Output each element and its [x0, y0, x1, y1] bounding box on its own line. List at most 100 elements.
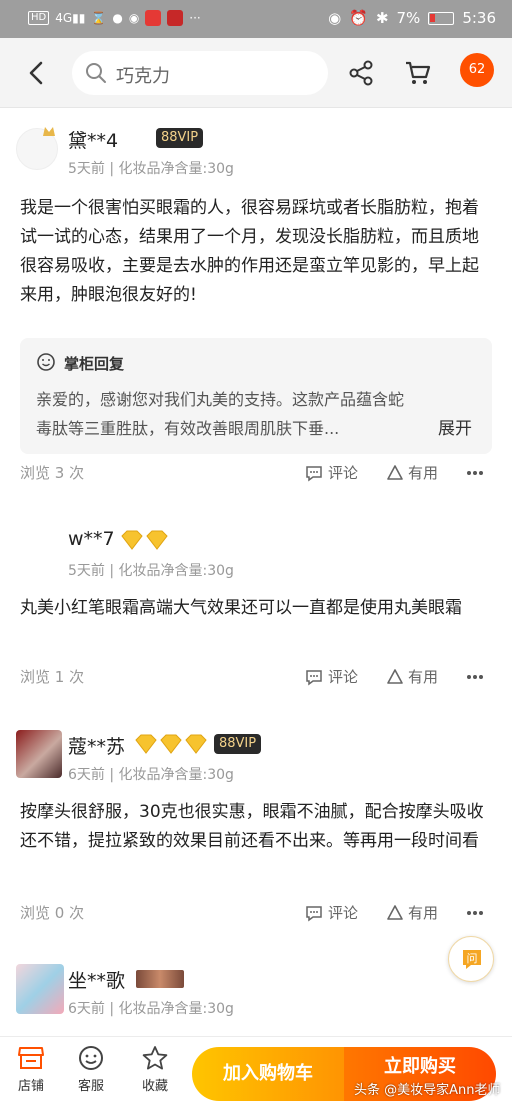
cart-icon [406, 61, 431, 84]
view-count: 浏览 3 次 [20, 464, 85, 482]
customer-service-icon [79, 1046, 103, 1070]
useful-label: 有用 [408, 904, 439, 922]
service-label: 客服 [77, 1079, 104, 1094]
service-tab[interactable]: 客服 [66, 1045, 116, 1094]
comment-label: 评论 [328, 668, 359, 686]
comment-icon [306, 669, 322, 685]
diamond-icon [146, 530, 168, 550]
alarm-icon: ⏰ [349, 9, 368, 27]
hd-icon: HD [28, 11, 50, 25]
smile-icon [37, 353, 55, 371]
avatar[interactable] [16, 964, 64, 1014]
useful-button[interactable]: 有用 [386, 666, 438, 687]
review-item: 黛**4 88VIP 5天前 | 化妆品净含量:30g 我是一个很害怕买眼霜的人… [0, 118, 512, 498]
comment-button[interactable]: 评论 [304, 462, 358, 483]
vip-badge: 88VIP [156, 128, 204, 148]
review-text: 按摩头很舒服，30克也很实惠，眼霜不油腻，配合按摩头吸收还不错，提拉紧致的效果目… [20, 802, 484, 851]
useful-label: 有用 [408, 668, 439, 686]
useful-button[interactable]: 有用 [386, 462, 438, 483]
comment-label: 评论 [328, 904, 359, 922]
app-icon [145, 10, 162, 26]
review-meta: 5天前 | 化妆品净含量:30g [68, 563, 234, 579]
wechat-icon: ● [112, 11, 123, 25]
watermark-text: 头条 @美妆导家Ann老师 [354, 1083, 501, 1098]
status-left-icons: HD 4G▮▮ ⌛ ● ◉ ··· [28, 10, 201, 26]
favorite-label: 收藏 [141, 1079, 168, 1094]
search-icon [86, 63, 106, 83]
store-label: 店铺 [17, 1079, 44, 1094]
level-gems [134, 734, 208, 754]
cart-button[interactable] [403, 57, 433, 87]
status-bar: HD 4G▮▮ ⌛ ● ◉ ··· ◉ ⏰ ✱ 7% 5:36 [0, 0, 512, 38]
more-menu-badge[interactable]: 62 [460, 53, 494, 87]
level-gems [120, 530, 169, 550]
review-item: 坐**歌 6天前 | 化妆品净含量:30g [0, 958, 512, 1028]
review-meta: 6天前 | 化妆品净含量:30g [68, 1001, 234, 1017]
diamond-icon [121, 530, 143, 550]
star-icon [142, 1046, 168, 1070]
avatar[interactable] [16, 730, 62, 778]
view-count: 浏览 0 次 [20, 904, 85, 922]
seller-reply: 掌柜回复 亲爱的，感谢您对我们丸美的支持。这款产品蕴含蛇毒肽等三重胜肽，有效改善… [20, 338, 492, 454]
diamond-icon [160, 734, 182, 754]
add-to-cart-button[interactable]: 加入购物车 [192, 1047, 344, 1101]
reviewer-name: 坐**歌 [68, 970, 126, 992]
comment-button[interactable]: 评论 [304, 902, 358, 923]
review-item: 蔻**苏 88VIP 6天前 | 化妆品净含量:30g 按摩头很舒服，30克也很… [0, 724, 512, 934]
review-actions: 浏览 3 次 评论 有用 [0, 462, 512, 484]
app-icon [167, 10, 184, 26]
status-right: ◉ ⏰ ✱ 7% 5:36 [328, 9, 496, 27]
more-notifications-icon: ··· [189, 11, 201, 25]
more-dots-icon[interactable] [466, 674, 484, 680]
review-item: w**7 5天前 | 化妆品净含量:30g 丸美小红笔眼霜高端大气效果还可以一直… [0, 520, 512, 700]
useful-label: 有用 [408, 464, 439, 482]
top-nav-bar: 巧克力 62 [0, 38, 512, 108]
review-meta: 5天前 | 化妆品净含量:30g [68, 161, 234, 177]
app-icon: ◉ [128, 11, 140, 25]
favorite-tab[interactable]: 收藏 [130, 1045, 180, 1094]
eye-icon: ◉ [328, 9, 342, 27]
review-meta: 6天前 | 化妆品净含量:30g [68, 767, 234, 783]
hourglass-icon: ⌛ [91, 11, 107, 25]
search-placeholder: 巧克力 [116, 66, 170, 87]
reviewer-name: 黛**4 [68, 130, 119, 152]
diamond-icon [185, 734, 207, 754]
ask-question-button[interactable]: 问 [448, 936, 494, 982]
signal-icon: 4G▮▮ [55, 11, 86, 25]
view-count: 浏览 1 次 [20, 668, 85, 686]
comment-button[interactable]: 评论 [304, 666, 358, 687]
triangle-icon [387, 904, 403, 920]
triangle-icon [387, 668, 403, 684]
diamond-icon [135, 734, 157, 754]
comment-icon [306, 465, 322, 481]
reviewer-name: w**7 [68, 528, 115, 550]
question-chat-icon: 问 [463, 950, 481, 969]
more-dots-icon[interactable] [466, 910, 484, 916]
store-icon [18, 1047, 44, 1069]
battery-percent: 7% [396, 9, 421, 27]
vip-badge: 88VIP [214, 734, 262, 754]
review-actions: 浏览 0 次 评论 有用 [0, 902, 512, 924]
battery-icon [428, 11, 455, 25]
expand-button[interactable]: 展开 [438, 414, 472, 439]
clock: 5:36 [462, 9, 496, 27]
more-dots-icon[interactable] [466, 470, 484, 476]
search-input[interactable]: 巧克力 [72, 51, 328, 95]
chevron-left-icon [29, 61, 43, 85]
bluetooth-icon: ✱ [375, 9, 389, 27]
review-actions: 浏览 1 次 评论 有用 [0, 666, 512, 688]
review-text: 丸美小红笔眼霜高端大气效果还可以一直都是使用丸美眼霜 [20, 598, 462, 618]
review-text: 我是一个很害怕买眼霜的人，很容易踩坑或者长脂肪粒，抱着试一试的心态，结果用了一个… [20, 198, 479, 305]
useful-button[interactable]: 有用 [386, 902, 438, 923]
comment-label: 评论 [328, 464, 359, 482]
reply-text: 亲爱的，感谢您对我们丸美的支持。这款产品蕴含蛇毒肽等三重胜肽，有效改善眼周肌肤下… [36, 390, 405, 438]
level-badge-image [136, 970, 184, 988]
share-button[interactable] [346, 58, 376, 88]
back-button[interactable] [20, 56, 54, 90]
store-tab[interactable]: 店铺 [6, 1045, 56, 1094]
reviewer-name: 蔻**苏 [68, 736, 126, 758]
triangle-icon [387, 464, 403, 480]
share-icon [349, 60, 373, 86]
comment-icon [306, 905, 322, 921]
svg-text:问: 问 [467, 952, 478, 965]
